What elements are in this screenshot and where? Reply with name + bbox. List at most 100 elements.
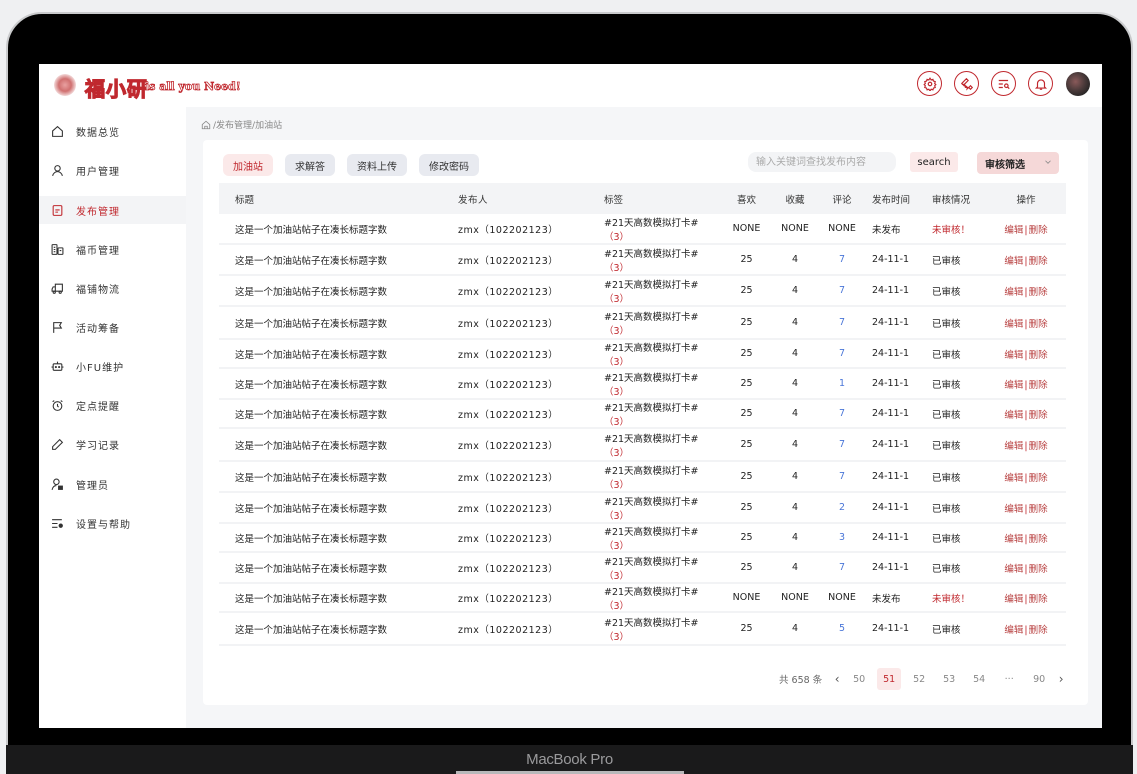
tag-text: #21天高数模拟打卡#	[604, 279, 699, 291]
tag-count: （3）	[604, 479, 630, 491]
tab-change-password[interactable]: 修改密码	[419, 154, 479, 176]
top-actions	[905, 71, 1090, 96]
edit-button[interactable]: 编辑	[1004, 256, 1023, 267]
edit-button[interactable]: 编辑	[1004, 225, 1023, 236]
cell-time: 24-11-1	[872, 562, 910, 573]
cell-comments[interactable]: 7	[818, 317, 866, 328]
delete-button[interactable]: 删除	[1029, 534, 1048, 545]
tag-text: #21天高数模拟打卡#	[604, 311, 699, 323]
delete-button[interactable]: 删除	[1029, 441, 1048, 452]
cell-status: 已审核	[932, 286, 961, 298]
cell-likes: 25	[740, 471, 753, 482]
sidebar-item-events[interactable]: 活动筹备	[39, 313, 186, 341]
review-filter-select[interactable]: 审核筛选	[977, 152, 1059, 174]
cell-comments[interactable]: 7	[818, 408, 866, 419]
cell-comments[interactable]: 7	[818, 254, 866, 265]
cell-comments[interactable]: NONE	[818, 592, 866, 603]
edit-button[interactable]: 编辑	[1004, 319, 1023, 330]
delete-button[interactable]: 删除	[1029, 256, 1048, 267]
table-row: 这是一个加油站帖子在凑长标题字数 zmx（102202123） #21天高数模拟打卡…	[219, 613, 1066, 646]
cell-comments[interactable]: 3	[818, 532, 866, 543]
delete-button[interactable]: 删除	[1029, 410, 1048, 421]
search-list-icon[interactable]	[991, 71, 1016, 96]
page-ellipsis[interactable]: ···	[997, 668, 1021, 690]
chevron-left-icon[interactable]: ‹	[830, 672, 844, 686]
sidebar-item-settings[interactable]: 设置与帮助	[39, 509, 186, 537]
tab-gas-station[interactable]: 加油站	[223, 154, 273, 176]
search-button[interactable]: search	[910, 152, 958, 172]
edit-button[interactable]: 编辑	[1004, 380, 1023, 391]
gear-icon[interactable]	[917, 71, 942, 96]
edit-button[interactable]: 编辑	[1004, 441, 1023, 452]
cell-title: 这是一个加油站帖子在凑长标题字数	[235, 224, 388, 236]
sidebar-item-bot[interactable]: 小FU维护	[39, 352, 186, 380]
edit-button[interactable]: 编辑	[1004, 564, 1023, 575]
cell-comments[interactable]: 7	[818, 285, 866, 296]
sidebar-item-reminder[interactable]: 定点提醒	[39, 391, 186, 419]
avatar[interactable]	[1066, 71, 1090, 96]
delete-button[interactable]: 删除	[1029, 287, 1048, 298]
edit-button[interactable]: 编辑	[1004, 594, 1023, 605]
device-brand: MacBook Pro	[526, 751, 613, 768]
delete-button[interactable]: 删除	[1029, 625, 1048, 636]
edit-button[interactable]: 编辑	[1004, 625, 1023, 636]
cell-comments[interactable]: 1	[818, 378, 866, 389]
cell-comments[interactable]: 5	[818, 623, 866, 634]
page-button[interactable]: 90	[1027, 668, 1051, 690]
cell-likes: NONE	[732, 223, 761, 234]
tab-upload[interactable]: 资料上传	[347, 154, 407, 176]
delete-button[interactable]: 删除	[1029, 225, 1048, 236]
tag-count: （3）	[604, 262, 630, 274]
delete-button[interactable]: 删除	[1029, 504, 1048, 515]
cell-favorites: NONE	[781, 592, 809, 603]
delete-button[interactable]: 删除	[1029, 319, 1048, 330]
page-button[interactable]: 53	[937, 668, 961, 690]
sidebar-item-users[interactable]: 用户管理	[39, 156, 186, 184]
edit-button[interactable]: 编辑	[1004, 473, 1023, 484]
cell-comments[interactable]: NONE	[818, 223, 866, 234]
sidebar-item-study[interactable]: 学习记录	[39, 430, 186, 458]
delete-button[interactable]: 删除	[1029, 350, 1048, 361]
delete-button[interactable]: 删除	[1029, 473, 1048, 484]
home-icon[interactable]	[201, 120, 211, 130]
cell-comments[interactable]: 2	[818, 502, 866, 513]
page-button-current[interactable]: 51	[877, 668, 902, 690]
cell-comments[interactable]: 7	[818, 439, 866, 450]
cell-time: 24-11-1	[872, 623, 910, 634]
chevron-right-icon[interactable]: ›	[1054, 672, 1068, 686]
delete-button[interactable]: 删除	[1029, 594, 1048, 605]
edit-button[interactable]: 编辑	[1004, 504, 1023, 515]
bell-icon[interactable]	[1028, 71, 1053, 96]
wrench-icon[interactable]	[954, 71, 979, 96]
edit-button[interactable]: 编辑	[1004, 350, 1023, 361]
cell-title: 这是一个加油站帖子在凑长标题字数	[235, 440, 388, 452]
page-button[interactable]: 52	[907, 668, 931, 690]
tab-ask-answer[interactable]: 求解答	[285, 154, 335, 176]
pagination: 共 658 条 ‹ 50 51 52 53 54 ··· 90 ›	[779, 668, 1068, 690]
delete-button[interactable]: 删除	[1029, 564, 1048, 575]
cell-comments[interactable]: 7	[818, 348, 866, 359]
cell-time: 未发布	[872, 593, 901, 605]
sidebar-item-admin[interactable]: 管理员	[39, 470, 186, 498]
sidebar-item-logistics[interactable]: 福铺物流	[39, 274, 186, 302]
sidebar-item-publish[interactable]: 发布管理	[39, 196, 186, 224]
action-separator: |	[1024, 286, 1028, 298]
tag-count: （3）	[604, 631, 630, 643]
page-button[interactable]: 50	[847, 668, 871, 690]
breadcrumb-path[interactable]: /发布管理/加油站	[213, 118, 282, 131]
cell-title: 这是一个加油站帖子在凑长标题字数	[235, 503, 388, 515]
logo-icon	[54, 74, 76, 96]
edit-button[interactable]: 编辑	[1004, 534, 1023, 545]
action-separator: |	[1024, 379, 1028, 391]
page-button[interactable]: 54	[967, 668, 991, 690]
delete-button[interactable]: 删除	[1029, 380, 1048, 391]
edit-button[interactable]: 编辑	[1004, 287, 1023, 298]
cell-comments[interactable]: 7	[818, 562, 866, 573]
sidebar-item-overview[interactable]: 数据总览	[39, 117, 186, 145]
table-row: 这是一个加油站帖子在凑长标题字数 zmx（102202123） #21天高数模拟打卡…	[219, 276, 1066, 307]
search-input[interactable]	[748, 152, 896, 172]
sidebar-item-coins[interactable]: 福币管理	[39, 235, 186, 263]
edit-button[interactable]: 编辑	[1004, 410, 1023, 421]
cell-comments[interactable]: 7	[818, 471, 866, 482]
sidebar-item-label: 小FU维护	[76, 362, 125, 374]
